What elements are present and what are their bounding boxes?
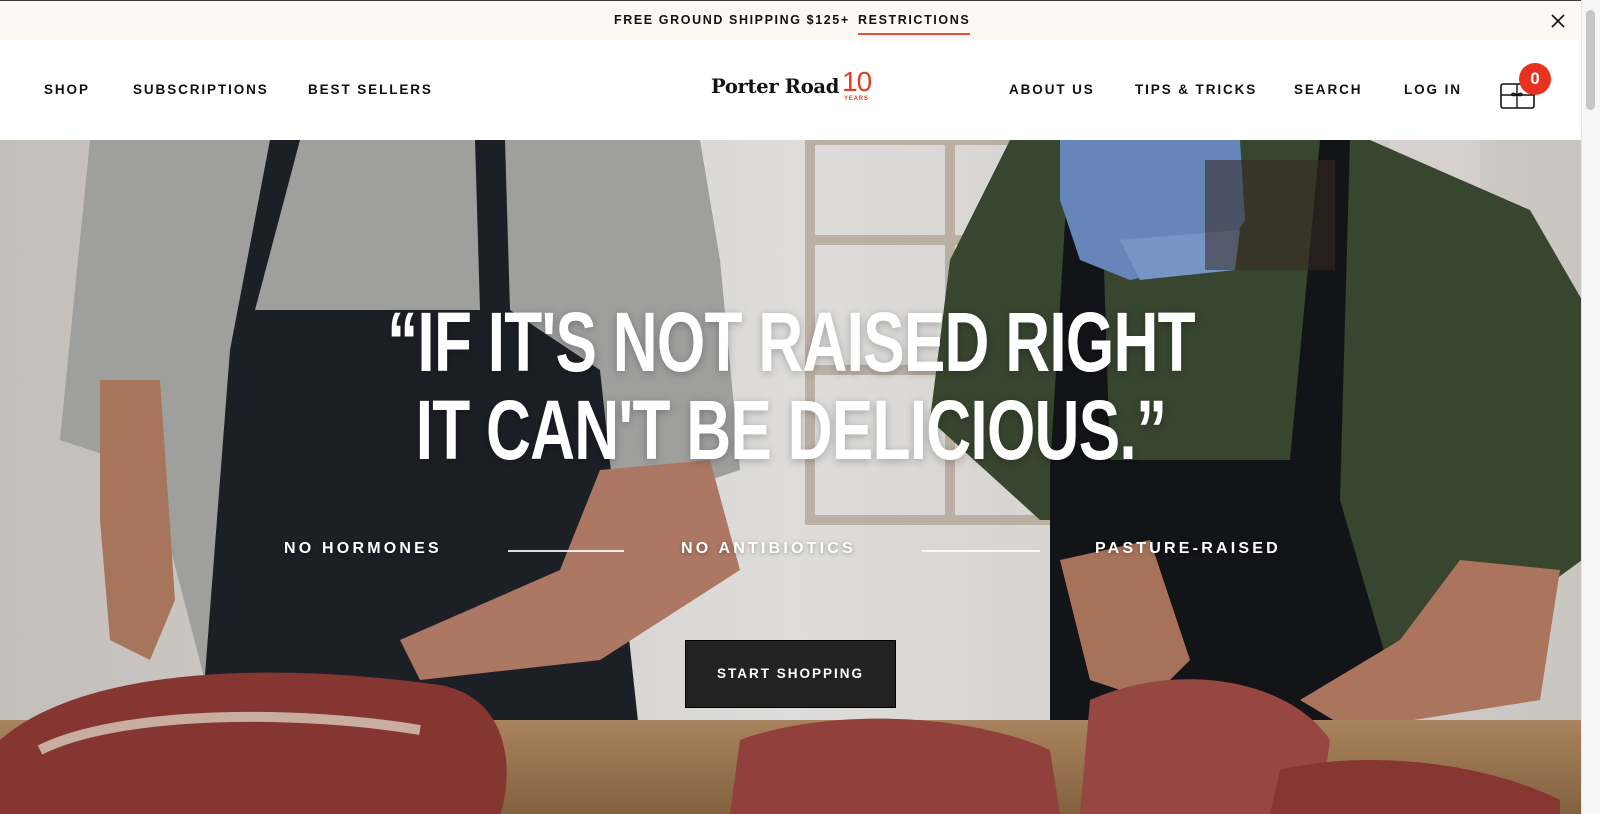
nav-search[interactable]: SEARCH <box>1294 82 1362 97</box>
nav-best-sellers[interactable]: BEST SELLERS <box>308 82 433 97</box>
page: FREE GROUND SHIPPING $125+ RESTRICTIONS … <box>0 0 1582 814</box>
shipping-announcement: FREE GROUND SHIPPING $125+ <box>614 13 850 27</box>
close-icon[interactable] <box>1547 10 1569 32</box>
restrictions-link[interactable]: RESTRICTIONS <box>858 13 971 35</box>
logo-wordmark: Porter Road <box>711 75 840 98</box>
nav-subscriptions[interactable]: SUBSCRIPTIONS <box>133 82 269 97</box>
nav-tips-tricks[interactable]: TIPS & TRICKS <box>1135 82 1257 97</box>
hero-value-props: NO HORMONES NO ANTIBIOTICS PASTURE-RAISE… <box>0 540 1582 564</box>
nav-log-in[interactable]: LOG IN <box>1404 82 1462 97</box>
badge-pasture-raised: PASTURE-RAISED <box>1095 540 1281 557</box>
badge-divider <box>508 550 624 552</box>
announcement-bar: FREE GROUND SHIPPING $125+ RESTRICTIONS <box>0 0 1582 40</box>
badge-no-antibiotics: NO ANTIBIOTICS <box>681 540 856 557</box>
site-header: SHOP SUBSCRIPTIONS BEST SELLERS Porter R… <box>0 40 1582 140</box>
badge-no-hormones: NO HORMONES <box>284 540 442 557</box>
hero-butchers-photo <box>0 140 1582 814</box>
scrollbar-thumb[interactable] <box>1586 10 1595 110</box>
nav-shop[interactable]: SHOP <box>44 82 90 97</box>
badge-divider <box>922 550 1040 552</box>
start-shopping-button[interactable]: START SHOPPING <box>685 640 896 708</box>
logo-anniversary-number: 10 <box>842 66 872 97</box>
hero-quote-line-2: IT CAN'T BE DELICIOUS.” <box>415 383 1167 477</box>
logo-anniversary-label: YEARS <box>844 96 869 102</box>
nav-about-us[interactable]: ABOUT US <box>1009 82 1095 97</box>
hero-quote-line-1: “IF IT'S NOT RAISED RIGHT <box>387 295 1196 389</box>
cart-count-badge: 0 <box>1519 63 1551 95</box>
hero-quote: “IF IT'S NOT RAISED RIGHT IT CAN'T BE DE… <box>206 298 1377 474</box>
hero-banner: “IF IT'S NOT RAISED RIGHT IT CAN'T BE DE… <box>0 140 1582 814</box>
page-scrollbar[interactable] <box>1581 0 1600 814</box>
